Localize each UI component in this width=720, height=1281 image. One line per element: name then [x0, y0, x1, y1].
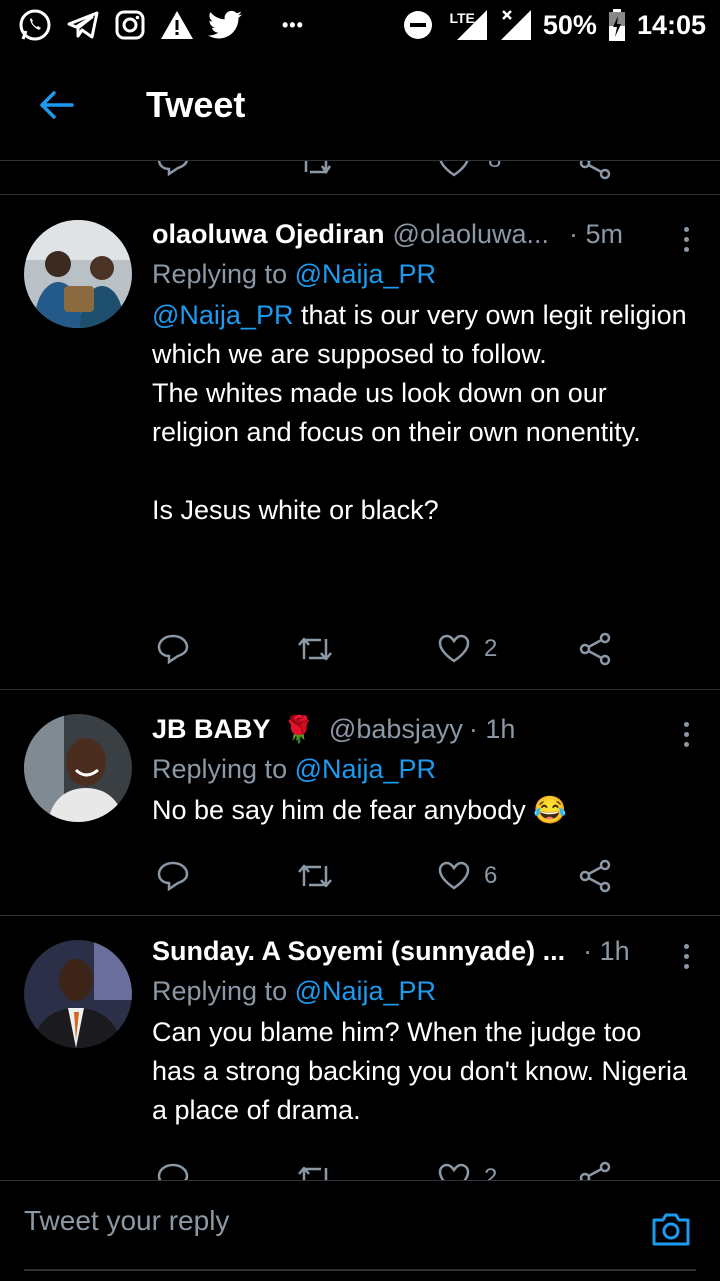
back-button[interactable]	[0, 50, 112, 160]
heart-icon[interactable]	[438, 160, 470, 178]
heart-icon	[438, 861, 470, 890]
reply-input[interactable]: Tweet your reply	[24, 1205, 229, 1237]
replying-to-label: Replying to	[152, 259, 295, 289]
rose-emoji: 🌹	[282, 714, 315, 744]
like-button[interactable]: 2	[438, 629, 497, 669]
tweet-item[interactable]: olaoluwa Ojediran @olaoluwa... · 5m Repl…	[0, 195, 720, 690]
warning-icon	[161, 11, 193, 39]
twitter-icon	[208, 10, 242, 39]
user-name[interactable]: JB BABY	[152, 714, 271, 745]
replying-to: Replying to @Naija_PR	[152, 754, 690, 785]
battery-percent: 50%	[542, 9, 597, 40]
reply-mention-link[interactable]: @Naija_PR	[295, 976, 436, 1006]
heart-icon	[438, 634, 470, 663]
reply-icon	[157, 634, 189, 665]
share-icon[interactable]	[578, 160, 612, 180]
retweet-button[interactable]	[296, 856, 334, 896]
tweet-actions: 2	[152, 629, 622, 669]
more-notifications-icon: •••	[282, 14, 304, 35]
share-icon	[579, 1161, 611, 1180]
dnd-icon	[404, 11, 433, 39]
tweet-body: No be say him de fear anybody	[152, 795, 534, 825]
clock: 14:05	[636, 9, 706, 40]
share-icon	[579, 859, 611, 893]
more-options-icon[interactable]	[674, 936, 698, 976]
tweet-body: that is our very own legit religion whic…	[152, 300, 687, 525]
user-name[interactable]: olaoluwa Ojediran	[152, 219, 385, 250]
tweet-header: Sunday. A Soyemi (sunnyade) ... · 1h	[152, 936, 690, 972]
share-button[interactable]	[578, 1158, 612, 1180]
instagram-icon	[115, 10, 145, 40]
reply-icon[interactable]	[156, 160, 190, 176]
user-handle[interactable]: @babsjayy	[329, 714, 463, 745]
avatar[interactable]	[24, 220, 132, 328]
signal-x-icon	[500, 10, 531, 40]
replying-to: Replying to @Naija_PR	[152, 259, 690, 290]
page-title: Tweet	[146, 84, 246, 125]
tweet-text: No be say him de fear anybody 😂	[152, 791, 690, 830]
previous-tweet-actions: 8	[0, 160, 720, 195]
retweet-button[interactable]	[296, 629, 334, 669]
mention-link[interactable]: @Naija_PR	[152, 300, 293, 330]
share-button[interactable]	[578, 629, 612, 669]
tweet-header: JB BABY 🌹 @babsjayy · 1h	[152, 714, 690, 750]
retweet-icon[interactable]	[298, 160, 334, 178]
reply-icon	[157, 861, 189, 892]
retweet-icon	[298, 637, 332, 661]
tweet-text: Can you blame him? When the judge too ha…	[152, 1017, 687, 1125]
reply-mention-link[interactable]: @Naija_PR	[295, 259, 436, 289]
replying-to: Replying to @Naija_PR	[152, 976, 690, 1007]
whatsapp-icon	[19, 9, 51, 41]
share-icon	[579, 632, 611, 666]
tweet-actions: 2	[152, 1158, 622, 1180]
like-count: 2	[484, 635, 498, 662]
like-count: 8	[488, 160, 501, 174]
more-options-icon[interactable]	[674, 219, 698, 259]
camera-icon[interactable]	[650, 1211, 692, 1247]
replying-to-label: Replying to	[152, 754, 295, 784]
signal-icon	[456, 10, 487, 40]
tweet-text: @Naija_PR that is our very own legit rel…	[152, 296, 690, 530]
like-count: 6	[484, 862, 498, 889]
arrow-left-icon	[40, 91, 74, 119]
reply-button[interactable]	[156, 856, 190, 896]
like-button[interactable]: 6	[438, 856, 497, 896]
input-underline	[24, 1269, 696, 1271]
avatar[interactable]	[24, 714, 132, 822]
more-options-icon[interactable]	[674, 714, 698, 754]
heart-icon	[438, 1163, 470, 1180]
like-button[interactable]: 2	[438, 1158, 497, 1180]
reply-composer: Tweet your reply	[0, 1180, 720, 1281]
telegram-icon	[67, 11, 99, 39]
laughing-emoji: 😂	[533, 795, 567, 825]
tweet-header: olaoluwa Ojediran @olaoluwa... · 5m	[152, 219, 690, 255]
retweet-icon	[298, 864, 332, 888]
user-name[interactable]: Sunday. A Soyemi (sunnyade) ...	[152, 936, 565, 967]
tweet-item[interactable]: Sunday. A Soyemi (sunnyade) ... · 1h Rep…	[0, 916, 720, 1180]
like-count: 2	[484, 1164, 498, 1180]
battery-icon	[608, 9, 625, 41]
share-button[interactable]	[578, 856, 612, 896]
tweet-actions: 6	[152, 856, 622, 896]
reply-icon	[157, 1163, 189, 1180]
avatar[interactable]	[24, 940, 132, 1048]
reply-button[interactable]	[156, 1158, 190, 1180]
user-handle[interactable]: @olaoluwa...	[393, 219, 550, 250]
reply-mention-link[interactable]: @Naija_PR	[295, 754, 436, 784]
tweet-time: · 1h	[468, 714, 516, 744]
reply-button[interactable]	[156, 629, 190, 669]
tweet-time: · 5m	[569, 219, 624, 249]
tweet-time: · 1h	[583, 936, 630, 966]
retweet-icon	[298, 1166, 328, 1180]
tweet-item[interactable]: JB BABY 🌹 @babsjayy · 1h Replying to @Na…	[0, 690, 720, 916]
replying-to-label: Replying to	[152, 976, 295, 1006]
status-bar: ••• LTE 50% 14:05	[0, 0, 720, 50]
app-bar: Tweet	[0, 50, 720, 161]
retweet-button[interactable]	[296, 1158, 334, 1180]
